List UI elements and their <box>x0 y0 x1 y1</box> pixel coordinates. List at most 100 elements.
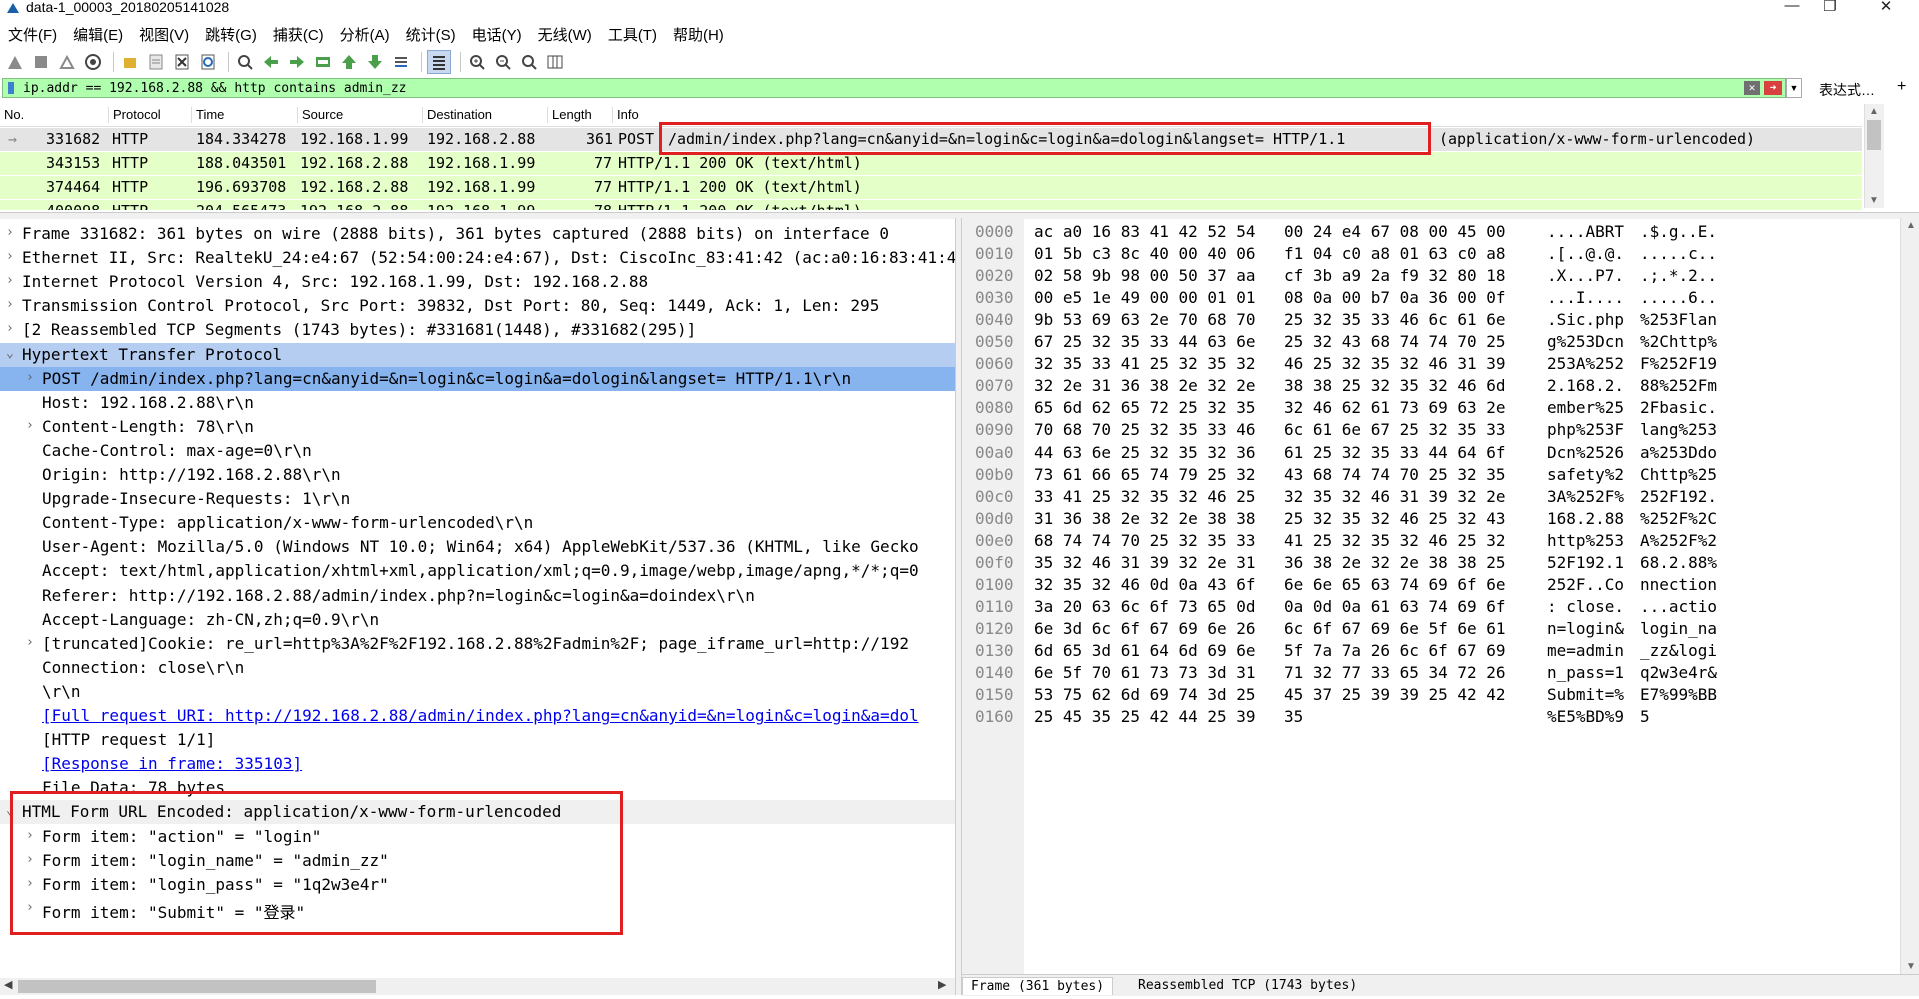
hex-row[interactable]: 0140 6e 5f 70 61 73 73 3d 31 71 32 77 33 6… <box>962 661 1900 683</box>
tree-expand-icon[interactable]: › <box>26 852 34 867</box>
hex-row[interactable]: 0080 65 6d 62 65 72 25 32 35 32 46 62 61 7… <box>962 396 1900 418</box>
scroll-left-icon[interactable]: ◀ <box>4 978 12 991</box>
menu-item-2[interactable]: 视图(V) <box>131 22 197 46</box>
go-to-packet-icon[interactable] <box>312 51 334 73</box>
hex-row[interactable]: 0160 25 45 35 25 42 44 25 39 35 %E5%BD%9 5 <box>962 705 1900 727</box>
detail-tree-row[interactable]: Referer: http://192.168.2.88/admin/index… <box>0 584 955 608</box>
detail-tree-row[interactable]: Cache-Control: max-age=0\r\n <box>0 439 955 463</box>
packet-row[interactable]: 374464 HTTP 196.693708 192.168.2.88 192.168.… <box>0 176 1862 199</box>
menu-item-6[interactable]: 统计(S) <box>398 22 464 46</box>
tree-collapse-icon[interactable]: ⌄ <box>6 803 14 818</box>
menu-item-1[interactable]: 编辑(E) <box>65 22 131 46</box>
stop-icon[interactable] <box>30 51 52 73</box>
hex-row[interactable]: 0110 3a 20 63 6c 6f 73 65 0d 0a 0d 0a 61 6… <box>962 595 1900 617</box>
menu-item-7[interactable]: 电话(Y) <box>464 22 530 46</box>
find-icon[interactable] <box>234 51 256 73</box>
scroll-up-icon[interactable]: ▲ <box>1869 106 1879 117</box>
detail-tree-row[interactable]: Origin: http://192.168.2.88\r\n <box>0 463 955 487</box>
detail-tree-row[interactable]: Accept: text/html,application/xhtml+xml,… <box>0 559 955 583</box>
zoom-in-icon[interactable] <box>466 51 488 73</box>
column-header-length[interactable]: Length <box>547 107 592 123</box>
shark-fin-start-icon[interactable] <box>4 51 26 73</box>
detail-tree-row[interactable]: Upgrade-Insecure-Requests: 1\r\n <box>0 487 955 511</box>
detail-tree-row[interactable]: › Content-Length: 78\r\n <box>0 415 955 439</box>
menu-item-0[interactable]: 文件(F) <box>0 22 65 46</box>
detail-tree-row[interactable]: › Form item: "login_name" = "admin_zz" <box>0 849 955 873</box>
hex-row[interactable]: 00b0 73 61 66 65 74 79 25 32 43 68 74 74 7… <box>962 463 1900 485</box>
hex-row[interactable]: 00d0 31 36 38 2e 32 2e 38 38 25 32 35 32 4… <box>962 507 1900 529</box>
detail-tree-row[interactable]: ⌄ HTML Form URL Encoded: application/x-ww… <box>0 800 955 825</box>
scrollbar-thumb[interactable] <box>18 980 376 993</box>
packet-list-scrollbar[interactable]: ▲ ▼ <box>1864 104 1884 208</box>
hex-row[interactable]: 00f0 35 32 46 31 39 32 2e 31 36 38 2e 32 2… <box>962 551 1900 573</box>
scroll-down-icon[interactable]: ▼ <box>1906 961 1916 972</box>
colorize-icon[interactable] <box>427 50 451 74</box>
packet-row[interactable]: 400098 HTTP 204.565473 192.168.2.88 192.168.… <box>0 200 1862 210</box>
tab-frame-bytes[interactable]: Frame (361 bytes) <box>962 977 1114 995</box>
detail-tree-row[interactable]: › Internet Protocol Version 4, Src: 192.1… <box>0 270 955 294</box>
menu-item-5[interactable]: 分析(A) <box>332 22 398 46</box>
hex-row[interactable]: 0070 32 2e 31 36 38 2e 32 2e 38 38 25 32 3… <box>962 374 1900 396</box>
tree-expand-icon[interactable]: › <box>26 876 34 891</box>
hex-row[interactable]: 0040 9b 53 69 63 2e 70 68 70 25 32 35 33 4… <box>962 308 1900 330</box>
hex-row[interactable]: 0150 53 75 62 6d 69 74 3d 25 45 37 25 39 3… <box>962 683 1900 705</box>
zoom-out-icon[interactable] <box>492 51 514 73</box>
go-last-icon[interactable] <box>364 51 386 73</box>
menu-item-9[interactable]: 工具(T) <box>600 22 665 46</box>
detail-tree-row[interactable]: › Ethernet II, Src: RealtekU_24:e4:67 (52… <box>0 246 955 270</box>
detail-tree-row[interactable]: [Response in frame: 335103] <box>0 752 955 776</box>
detail-tree-row[interactable]: › Form item: "Submit" = "登录" <box>0 897 955 922</box>
hex-row[interactable]: 0090 70 68 70 25 32 35 33 46 6c 61 6e 67 2… <box>962 418 1900 440</box>
column-header-destination[interactable]: Destination <box>422 107 492 123</box>
detail-tree-row[interactable]: › Form item: "login_pass" = "1q2w3e4r" <box>0 873 955 897</box>
packet-row[interactable]: 343153 HTTP 188.043501 192.168.2.88 192.168.… <box>0 152 1862 175</box>
tree-expand-icon[interactable]: › <box>26 635 34 650</box>
tree-expand-icon[interactable]: › <box>6 249 14 264</box>
reload-icon[interactable] <box>197 51 219 73</box>
zoom-normal-icon[interactable] <box>518 51 540 73</box>
scroll-down-icon[interactable]: ▼ <box>1869 195 1879 206</box>
detail-tree-row[interactable]: Content-Type: application/x-www-form-url… <box>0 511 955 535</box>
close-file-icon[interactable] <box>171 51 193 73</box>
tree-expand-icon[interactable]: › <box>26 900 34 915</box>
open-folder-icon[interactable] <box>119 51 141 73</box>
detail-tree-row[interactable]: File Data: 78 bytes <box>0 776 955 800</box>
tree-expand-icon[interactable]: › <box>26 370 34 385</box>
detail-tree-row[interactable]: › Transmission Control Protocol, Src Port… <box>0 294 955 318</box>
column-header-no[interactable]: No. <box>0 107 24 123</box>
tree-expand-icon[interactable]: › <box>6 273 14 288</box>
expression-button[interactable]: 表达式… <box>1819 80 1875 100</box>
minimize-button[interactable]: — <box>1772 0 1812 15</box>
detail-tree-row[interactable]: \r\n <box>0 680 955 704</box>
hex-row[interactable]: 0100 32 35 32 46 0d 0a 43 6f 6e 6e 65 63 7… <box>962 573 1900 595</box>
close-window-button[interactable]: ✕ <box>1866 0 1906 15</box>
hex-row[interactable]: 0000 ac a0 16 83 41 42 52 54 00 24 e4 67 0… <box>962 220 1900 242</box>
detail-tree-row[interactable]: [HTTP request 1/1] <box>0 728 955 752</box>
go-back-icon[interactable] <box>260 51 282 73</box>
add-filter-button[interactable]: + <box>1897 78 1906 96</box>
column-header-time[interactable]: Time <box>191 107 224 123</box>
pane-splitter[interactable] <box>955 218 962 995</box>
bytes-vertical-scrollbar[interactable]: ▲ ▼ <box>1900 218 1919 974</box>
detail-tree-row[interactable]: Accept-Language: zh-CN,zh;q=0.9\r\n <box>0 608 955 632</box>
tree-expand-icon[interactable]: › <box>6 225 14 240</box>
hex-row[interactable]: 0030 00 e5 1e 49 00 00 01 01 08 0a 00 b7 0… <box>962 286 1900 308</box>
scroll-right-icon[interactable]: ▶ <box>938 978 946 991</box>
tree-expand-icon[interactable]: › <box>6 321 14 336</box>
detail-tree-row[interactable]: Connection: close\r\n <box>0 656 955 680</box>
restart-icon[interactable] <box>56 51 78 73</box>
tree-expand-icon[interactable]: › <box>26 828 34 843</box>
detail-link[interactable]: [Response in frame: 335103] <box>42 754 302 773</box>
detail-tree-row[interactable]: ⌄ Hypertext Transfer Protocol <box>0 342 955 367</box>
maximize-button[interactable]: ❐ <box>1810 0 1850 15</box>
detail-link[interactable]: [Full request URI: http://192.168.2.88/a… <box>42 706 919 725</box>
save-file-icon[interactable] <box>145 51 167 73</box>
display-filter-input[interactable]: ip.addr == 192.168.2.88 && http contains… <box>2 78 1786 98</box>
hex-row[interactable]: 00a0 44 63 6e 25 32 35 32 36 61 25 32 35 3… <box>962 441 1900 463</box>
go-forward-icon[interactable] <box>286 51 308 73</box>
scrollbar-thumb[interactable] <box>1867 120 1881 150</box>
clear-filter-icon[interactable]: ✕ <box>1744 81 1760 95</box>
details-horizontal-scrollbar[interactable]: ◀ ▶ <box>0 978 955 995</box>
capture-options-icon[interactable] <box>82 51 104 73</box>
bookmark-icon[interactable] <box>8 82 14 94</box>
